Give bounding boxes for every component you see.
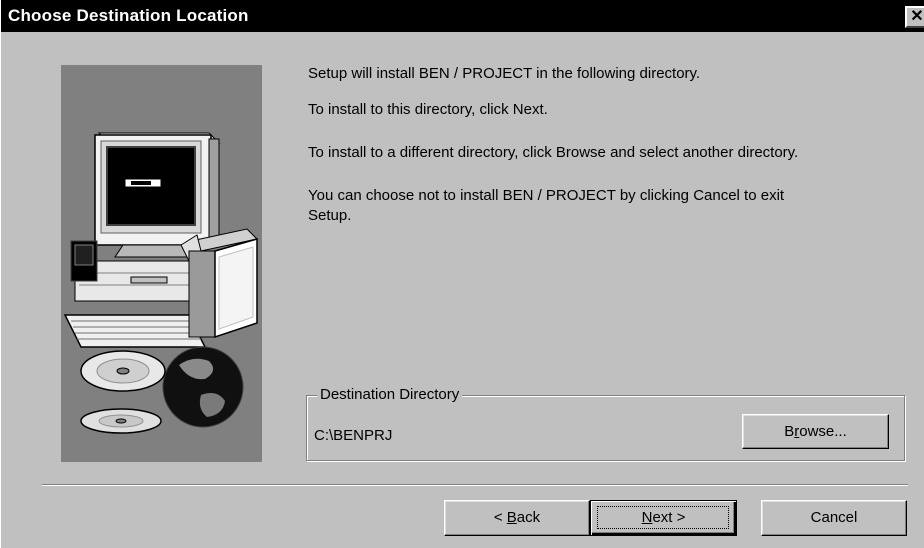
browse-button[interactable]: Browse... xyxy=(742,414,889,449)
cancel-instruction-text: You can choose not to install BEN / PROJ… xyxy=(308,186,784,226)
title-bar[interactable]: Choose Destination Location ✕ xyxy=(1,0,924,32)
next-button[interactable]: Next > xyxy=(590,500,737,536)
separator-highlight xyxy=(42,485,908,486)
cancel-button-label: Cancel xyxy=(810,509,858,526)
computer-illustration-icon xyxy=(63,132,259,434)
back-button-label: < Back xyxy=(493,509,541,526)
close-icon: ✕ xyxy=(910,8,924,25)
back-button[interactable]: < Back xyxy=(444,500,590,536)
browse-instruction-text: To install to a different directory, cli… xyxy=(308,144,799,161)
destination-directory-label: Destination Directory xyxy=(317,386,463,403)
browse-button-label: Browse... xyxy=(784,423,847,440)
cancel-instruction-line2: Setup. xyxy=(308,207,352,224)
setup-illustration xyxy=(61,65,262,462)
cancel-instruction-line1: You can choose not to install BEN / PROJ… xyxy=(308,187,785,204)
destination-path: C:\BENPRJ xyxy=(314,427,393,444)
close-button[interactable]: ✕ xyxy=(905,6,924,28)
dialog-title: Choose Destination Location xyxy=(8,6,249,25)
intro-text: Setup will install BEN / PROJECT in the … xyxy=(308,65,701,82)
focus-rectangle xyxy=(597,506,729,529)
cancel-button[interactable]: Cancel xyxy=(761,500,907,536)
setup-dialog: Choose Destination Location ✕ Setup will… xyxy=(0,0,924,548)
next-instruction-text: To install to this directory, click Next… xyxy=(308,101,548,118)
